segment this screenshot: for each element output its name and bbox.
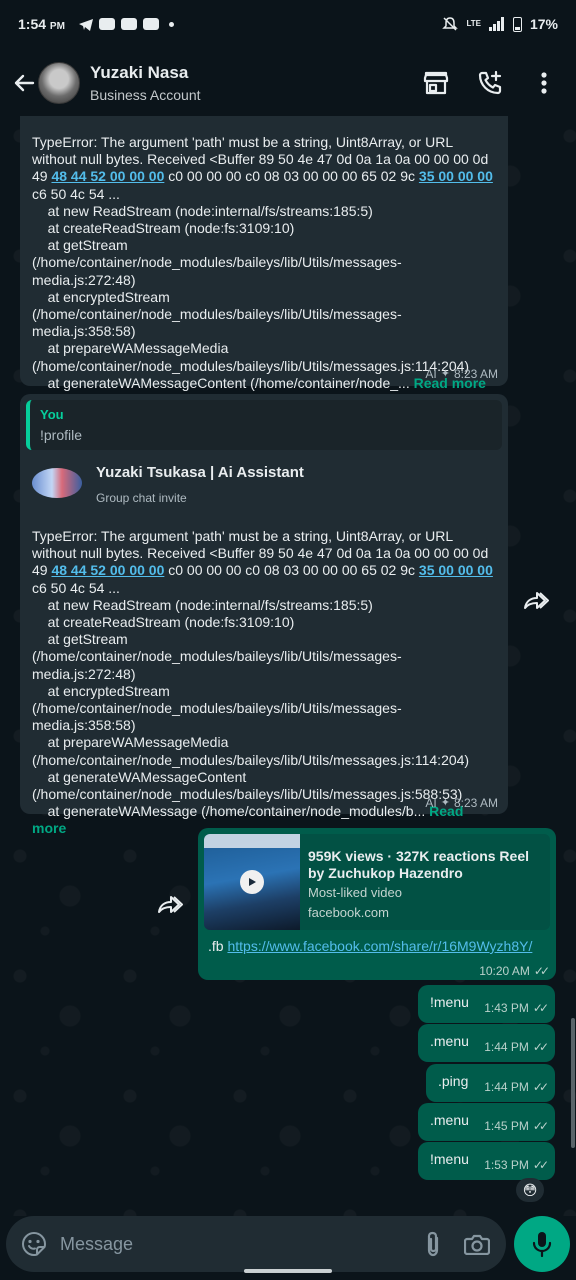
message-meta: 1:43 PM ✓✓ [484, 1000, 549, 1017]
youtube-icon [142, 18, 159, 30]
add-call-button[interactable] [476, 69, 504, 97]
message-reaction[interactable]: 😳 [516, 1178, 544, 1202]
youtube-icon [98, 18, 115, 30]
outgoing-message[interactable]: .menu 1:45 PM ✓✓ [418, 1103, 555, 1141]
outgoing-message[interactable]: !menu 1:43 PM ✓✓ [418, 985, 555, 1023]
forward-button[interactable] [152, 887, 188, 923]
sticker-icon [21, 1231, 47, 1257]
outgoing-message[interactable]: 959K views · 327K reactions Reel by Zuch… [198, 828, 556, 980]
group-invite-title: Yuzaki Tsukasa | Ai Assistant [96, 464, 304, 481]
paperclip-icon [427, 1231, 439, 1257]
read-ticks-icon: ✓✓ [532, 1119, 549, 1133]
read-ticks-icon: ✓✓ [532, 1080, 549, 1094]
quoted-sender: You [40, 407, 64, 422]
signal-icon [488, 17, 504, 31]
scrollbar[interactable] [571, 1018, 575, 1148]
arrow-left-icon [14, 74, 35, 92]
status-time: 1:54 PM [18, 16, 65, 32]
message-text: !menu [430, 1151, 469, 1167]
camera-icon [464, 1234, 490, 1255]
read-ticks-icon: ✓✓ [532, 1040, 549, 1054]
message-text: .fb https://www.facebook.com/share/r/16M… [208, 938, 533, 954]
message-text: .ping [438, 1073, 469, 1089]
contact-subtitle: Business Account [90, 87, 201, 103]
overflow-menu-button[interactable] [530, 69, 558, 97]
sticker-button[interactable] [20, 1230, 48, 1258]
network-type: LTE [466, 19, 481, 28]
message-input[interactable] [60, 1233, 418, 1255]
read-ticks-icon: ✓✓ [533, 964, 550, 978]
message-text: TypeError: The argument 'path' must be a… [32, 528, 493, 837]
message-meta: 1:44 PM ✓✓ [484, 1079, 549, 1096]
ai-sparkle-icon: ✦ [440, 368, 450, 380]
store-icon [423, 71, 449, 95]
chat-header: Yuzaki Nasa Business Account [0, 48, 576, 118]
message-text: !menu [430, 994, 469, 1010]
battery-icon [512, 16, 522, 32]
message-meta: 1:45 PM ✓✓ [484, 1118, 549, 1135]
message-meta: 1:53 PM ✓✓ [484, 1157, 549, 1174]
group-invite-subtitle: Group chat invite [96, 491, 187, 505]
message-text: .menu [430, 1112, 469, 1128]
more-notifications-dot [168, 21, 174, 27]
preview-description: Most-liked video [308, 885, 402, 900]
attach-button[interactable] [418, 1229, 448, 1259]
more-vertical-icon [541, 72, 547, 94]
forward-button[interactable] [518, 583, 554, 619]
forward-icon [524, 592, 549, 609]
message-composer [6, 1216, 506, 1272]
outgoing-message[interactable]: .menu 1:44 PM ✓✓ [418, 1024, 555, 1062]
avatar[interactable] [38, 62, 80, 104]
link-preview-card[interactable]: 959K views · 327K reactions Reel by Zuch… [204, 834, 550, 930]
phone-plus-icon [478, 70, 502, 95]
message-text: TypeError: The argument 'path' must be a… [32, 134, 493, 391]
notification-icons [78, 18, 174, 31]
quoted-text: !profile [40, 427, 83, 443]
incoming-message[interactable]: You !profile Yuzaki Tsukasa | Ai Assista… [20, 394, 508, 836]
camera-button[interactable] [462, 1229, 492, 1259]
message-link[interactable]: https://www.facebook.com/share/r/16M9Wyz… [227, 938, 532, 954]
youtube-icon [120, 18, 137, 30]
message-meta: AI ✦ 8:23 AM [425, 795, 498, 812]
read-ticks-icon: ✓✓ [532, 1158, 549, 1172]
gesture-nav-handle[interactable] [244, 1269, 332, 1273]
mute-icon [442, 17, 459, 31]
status-bar: 1:54 PM LTE 17% [0, 0, 576, 48]
message-meta: 1:44 PM ✓✓ [484, 1039, 549, 1056]
play-icon [240, 870, 264, 894]
message-meta: AI ✦ 8:23 AM [425, 366, 498, 383]
preview-title: 959K views · 327K reactions Reel by Zuch… [308, 848, 530, 881]
group-invite-card[interactable]: Yuzaki Tsukasa | Ai Assistant Group chat… [26, 454, 502, 514]
quoted-message[interactable]: You !profile [26, 400, 502, 450]
incoming-message[interactable]: TypeError: The argument 'path' must be a… [20, 116, 508, 391]
forward-icon [158, 896, 183, 913]
microphone-icon [532, 1232, 552, 1257]
voice-record-button[interactable] [514, 1216, 570, 1272]
group-thumbnail [32, 468, 82, 498]
shop-button[interactable] [422, 69, 450, 97]
preview-domain: facebook.com [308, 905, 389, 920]
telegram-icon [78, 18, 93, 31]
video-thumbnail [204, 834, 300, 930]
contact-name: Yuzaki Nasa [90, 63, 189, 82]
message-meta: 10:20 AM ✓✓ [479, 963, 550, 980]
ai-sparkle-icon: ✦ [440, 797, 450, 809]
outgoing-message[interactable]: .ping 1:44 PM ✓✓ [426, 1064, 555, 1102]
message-text: .menu [430, 1033, 469, 1049]
contact-info[interactable]: Yuzaki Nasa Business Account [90, 63, 422, 103]
outgoing-message[interactable]: !menu 1:53 PM ✓✓ [418, 1142, 555, 1180]
battery-level: 17% [529, 16, 558, 32]
read-ticks-icon: ✓✓ [532, 1001, 549, 1015]
